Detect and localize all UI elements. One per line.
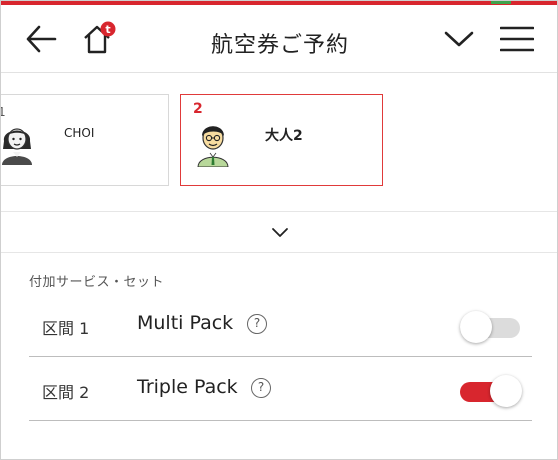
app-header: t 航空券ご予約: [1, 5, 557, 73]
toggle-knob: [460, 311, 492, 343]
service-toggle[interactable]: [460, 311, 520, 343]
app-frame: t 航空券ご予約 1: [0, 0, 558, 460]
toggle-knob: [490, 375, 522, 407]
menu-button[interactable]: [497, 19, 537, 59]
top-accent-stripe: [491, 1, 511, 4]
expand-passengers-button[interactable]: [1, 213, 557, 253]
collapse-button[interactable]: [439, 19, 479, 59]
help-icon[interactable]: ?: [247, 314, 267, 334]
section-title: 付加サービス・セット: [29, 275, 165, 290]
passenger-number: 1: [1, 105, 6, 119]
passenger-carousel: 1 CHOI 2: [1, 74, 557, 212]
chevron-down-icon: [272, 227, 288, 237]
passenger-number: 2: [193, 101, 203, 117]
passenger-name: CHOI: [64, 126, 95, 140]
male-avatar-icon: [197, 126, 229, 167]
segment-label: 区間 2: [42, 383, 90, 402]
service-row: 区間 2 Triple Pack ?: [29, 357, 532, 421]
service-name: Triple Pack: [137, 376, 238, 398]
segment-label: 区間 1: [42, 319, 90, 338]
passenger-name: 大人2: [265, 128, 303, 144]
service-toggle[interactable]: [460, 375, 522, 407]
female-avatar-icon: [2, 128, 32, 165]
menu-icon: [500, 26, 534, 52]
help-icon[interactable]: ?: [251, 378, 271, 398]
passenger-card-2[interactable]: 2 大人2: [180, 94, 383, 186]
service-name: Multi Pack: [137, 312, 234, 334]
chevron-down-icon: [444, 31, 474, 47]
service-row: 区間 1 Multi Pack ?: [29, 293, 532, 357]
passenger-card-1[interactable]: 1 CHOI: [1, 94, 169, 186]
